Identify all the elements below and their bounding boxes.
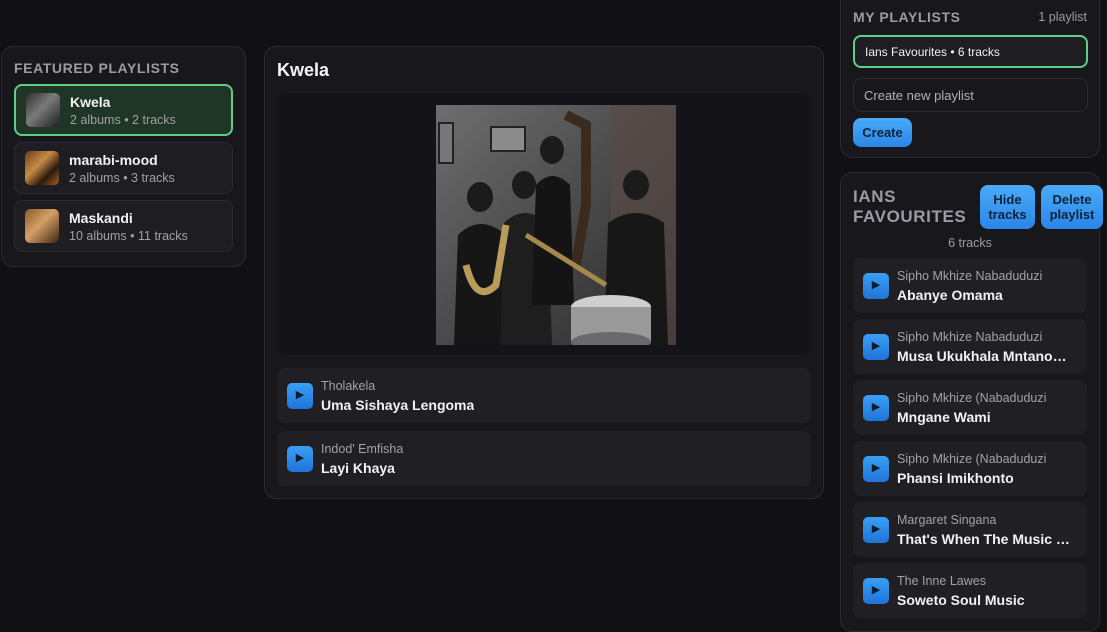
hide-tracks-button[interactable]: Hide tracks <box>980 185 1035 229</box>
featured-playlists-panel: FEATURED PLAYLISTS Kwela 2 albums • 2 tr… <box>1 46 246 267</box>
play-icon: ▶ <box>295 389 305 401</box>
track-title: Musa Ukukhala Mntanomntu <box>897 347 1077 364</box>
new-playlist-input[interactable] <box>853 78 1088 112</box>
play-button[interactable]: ▶ <box>287 445 313 472</box>
my-playlist-track-count: 6 tracks <box>948 236 992 250</box>
playlist-title: Kwela <box>277 60 330 80</box>
delete-playlist-button[interactable]: Delete playlist <box>1041 185 1103 229</box>
track-artist: Margaret Singana <box>897 512 997 527</box>
track-artist: Tholakela <box>321 378 376 393</box>
playlist-name: Kwela <box>70 93 111 110</box>
create-playlist-button[interactable]: Create <box>853 118 912 147</box>
featured-playlist-maskandi[interactable]: Maskandi 10 albums • 11 tracks <box>14 200 233 252</box>
playlist-name: marabi-mood <box>69 151 158 168</box>
featured-playlist-kwela[interactable]: Kwela 2 albums • 2 tracks <box>14 84 233 136</box>
play-icon: ▶ <box>871 462 881 474</box>
play-button[interactable]: ▶ <box>863 455 889 482</box>
track-title: Abanye Omama <box>897 286 1003 303</box>
album-art <box>436 105 676 345</box>
track-artist: Indod' Emfisha <box>321 441 404 456</box>
play-button[interactable]: ▶ <box>863 577 889 604</box>
playlist-track-row[interactable]: ▶ The Inne Lawes Soweto Soul Music <box>853 563 1087 618</box>
featured-playlists-title: FEATURED PLAYLISTS <box>14 60 180 76</box>
track-artist: Sipho Mkhize Nabaduduzi <box>897 329 1043 344</box>
playlist-name: Maskandi <box>69 209 133 226</box>
track-title: Mngane Wami <box>897 408 991 425</box>
track-artist: Sipho Mkhize (Nabaduduzi <box>897 451 1047 466</box>
my-playlists-header: MY PLAYLISTS 1 playlist <box>853 9 1087 25</box>
playlist-track-row[interactable]: ▶ Sipho Mkhize (Nabaduduzi Phansi Imikho… <box>853 441 1087 496</box>
track-title: Phansi Imikhonto <box>897 469 1014 486</box>
play-button[interactable]: ▶ <box>863 333 889 360</box>
playlist-track-row[interactable]: ▶ Sipho Mkhize (Nabaduduzi Mngane Wami <box>853 380 1087 435</box>
track-artist: The Inne Lawes <box>897 573 986 588</box>
play-icon: ▶ <box>871 401 881 413</box>
my-playlist-detail-panel: IANS FAVOURITES Hide tracks Delete playl… <box>840 172 1103 632</box>
play-icon: ▶ <box>295 452 305 464</box>
my-playlist-title: IANS FAVOURITES <box>853 187 967 226</box>
playlist-thumbnail <box>26 93 60 127</box>
playlist-track-row[interactable]: ▶ Sipho Mkhize Nabaduduzi Musa Ukukhala … <box>853 319 1087 374</box>
my-playlists-panel: MY PLAYLISTS 1 playlist Ians Favourites … <box>840 0 1100 158</box>
track-title: Uma Sishaya Lengoma <box>321 396 475 413</box>
track-title: Layi Khaya <box>321 459 395 476</box>
featured-playlists-list: Kwela 2 albums • 2 tracks marabi-mood 2 … <box>14 84 233 252</box>
playlist-meta: 2 albums • 2 tracks <box>70 112 176 127</box>
track-artist: Sipho Mkhize Nabaduduzi <box>897 268 1043 283</box>
playlist-track-row[interactable]: ▶ Sipho Mkhize Nabaduduzi Abanye Omama <box>853 258 1087 313</box>
play-button[interactable]: ▶ <box>863 272 889 299</box>
play-button[interactable]: ▶ <box>863 394 889 421</box>
track-artist: Sipho Mkhize (Nabaduduzi <box>897 390 1047 405</box>
playlist-track-row[interactable]: ▶ Margaret Singana That's When The Music… <box>853 502 1087 557</box>
playlist-thumbnail <box>25 209 59 243</box>
play-icon: ▶ <box>871 279 881 291</box>
play-icon: ▶ <box>871 340 881 352</box>
play-button[interactable]: ▶ <box>287 382 313 409</box>
playlist-detail-panel: Kwela ▶ Tholakela Uma Sishaya Lengoma ▶ … <box>264 46 824 499</box>
play-icon: ▶ <box>871 584 881 596</box>
my-playlists-count: 1 playlist <box>1038 10 1087 24</box>
play-icon: ▶ <box>871 523 881 535</box>
playlist-meta: 2 albums • 3 tracks <box>69 170 175 185</box>
play-button[interactable]: ▶ <box>863 516 889 543</box>
featured-playlist-marabi-mood[interactable]: marabi-mood 2 albums • 3 tracks <box>14 142 233 194</box>
album-art-frame <box>277 93 811 355</box>
playlist-thumbnail <box>25 151 59 185</box>
track-row[interactable]: ▶ Indod' Emfisha Layi Khaya <box>277 431 811 486</box>
my-playlists-title: MY PLAYLISTS <box>853 9 961 25</box>
track-row[interactable]: ▶ Tholakela Uma Sishaya Lengoma <box>277 368 811 423</box>
my-playlist-item-ians-favourites[interactable]: Ians Favourites • 6 tracks <box>853 35 1088 68</box>
playlist-meta: 10 albums • 11 tracks <box>69 228 188 243</box>
track-title: That's When The Music Takes Me <box>897 530 1077 547</box>
track-title: Soweto Soul Music <box>897 591 1025 608</box>
